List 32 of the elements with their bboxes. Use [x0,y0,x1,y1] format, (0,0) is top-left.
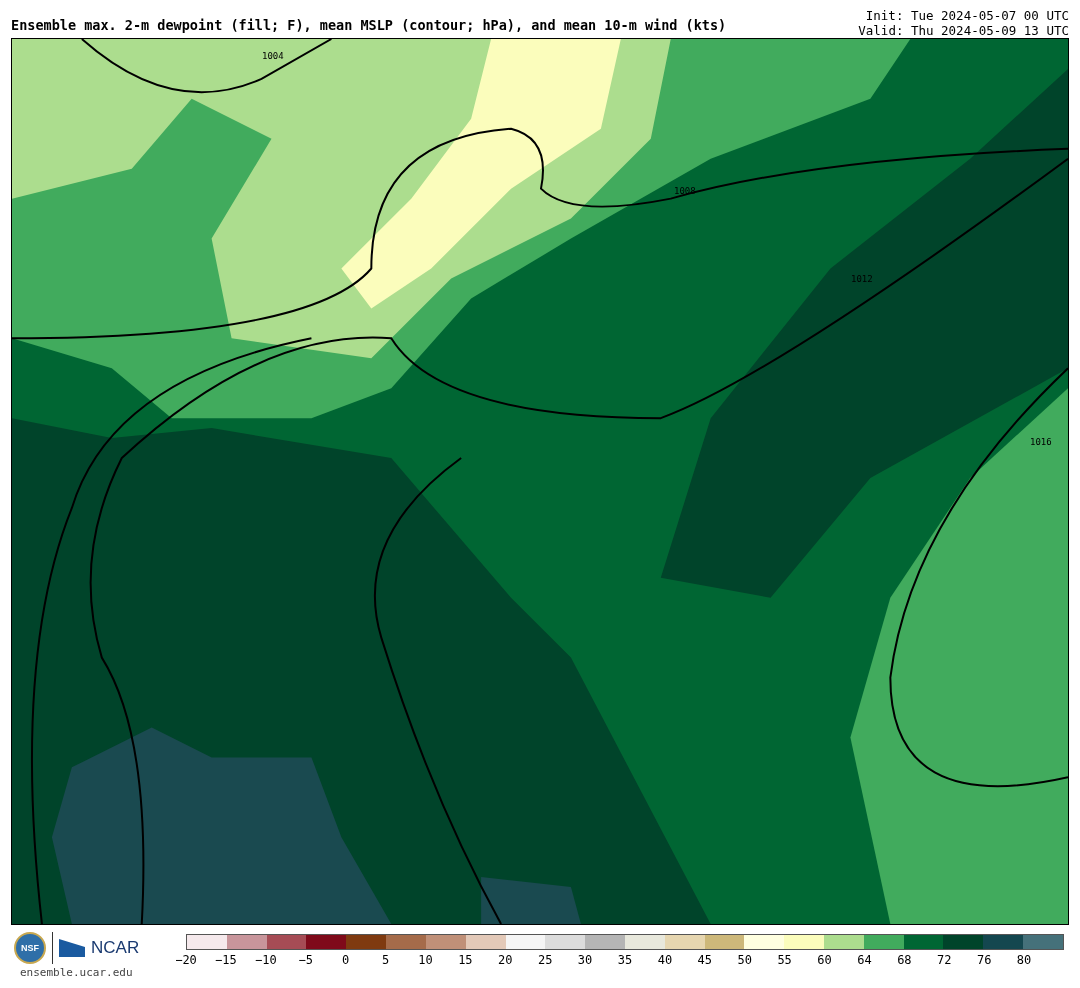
colorbar-tick-label: 5 [381,953,390,967]
contour-label: 1012 [851,274,873,284]
plot-title: Ensemble max. 2-m dewpoint (fill; F), mean MSLP (contour; hPa), and mean 10-m wind (kts) [11,17,727,35]
seal-logo: NSF [14,932,46,964]
colorbar-tick-label: −15 [215,953,237,967]
colorbar-tick-label: 40 [657,953,673,967]
valid-time: Valid: Thu 2024-05-09 13 UTC [858,23,1069,38]
init-time: Init: Tue 2024-05-07 00 UTC [864,8,1069,23]
colorbar-tick-label: −20 [175,953,197,967]
flag-icon [59,939,85,957]
colorbar-tick-label: 55 [777,953,792,967]
colorbar-tick-label: −5 [298,953,313,967]
site-url: ensemble.ucar.edu [20,966,134,979]
colorbar-tick-label: 72 [937,953,952,967]
colorbar-tick-label: 30 [577,953,593,967]
colorbar-tick-label: 25 [537,953,553,967]
colorbar-tick-label: 60 [817,953,832,967]
colorbar-tick-label: 76 [976,953,992,967]
colorbar-tick-label: 15 [458,953,473,967]
colorbar-tick-label: 50 [737,953,752,967]
colorbar-tick-label: 35 [617,953,633,967]
colorbar-tick-label: 64 [857,953,872,967]
colorbar-tick-label: 20 [498,953,513,967]
logo-text: NCAR [91,938,140,958]
contour-label: 1004 [262,51,284,61]
colorbar-tick-label: 10 [418,953,433,967]
colorbar-tick-label: 80 [1016,953,1032,967]
colorbar-tick-label: 68 [897,953,912,967]
colorbar-tick-label: 0 [342,953,350,967]
colorbar-tick-label: 45 [697,953,713,967]
contour-label: 1016 [1030,437,1052,447]
colorbar-tick-label: −10 [254,953,277,967]
